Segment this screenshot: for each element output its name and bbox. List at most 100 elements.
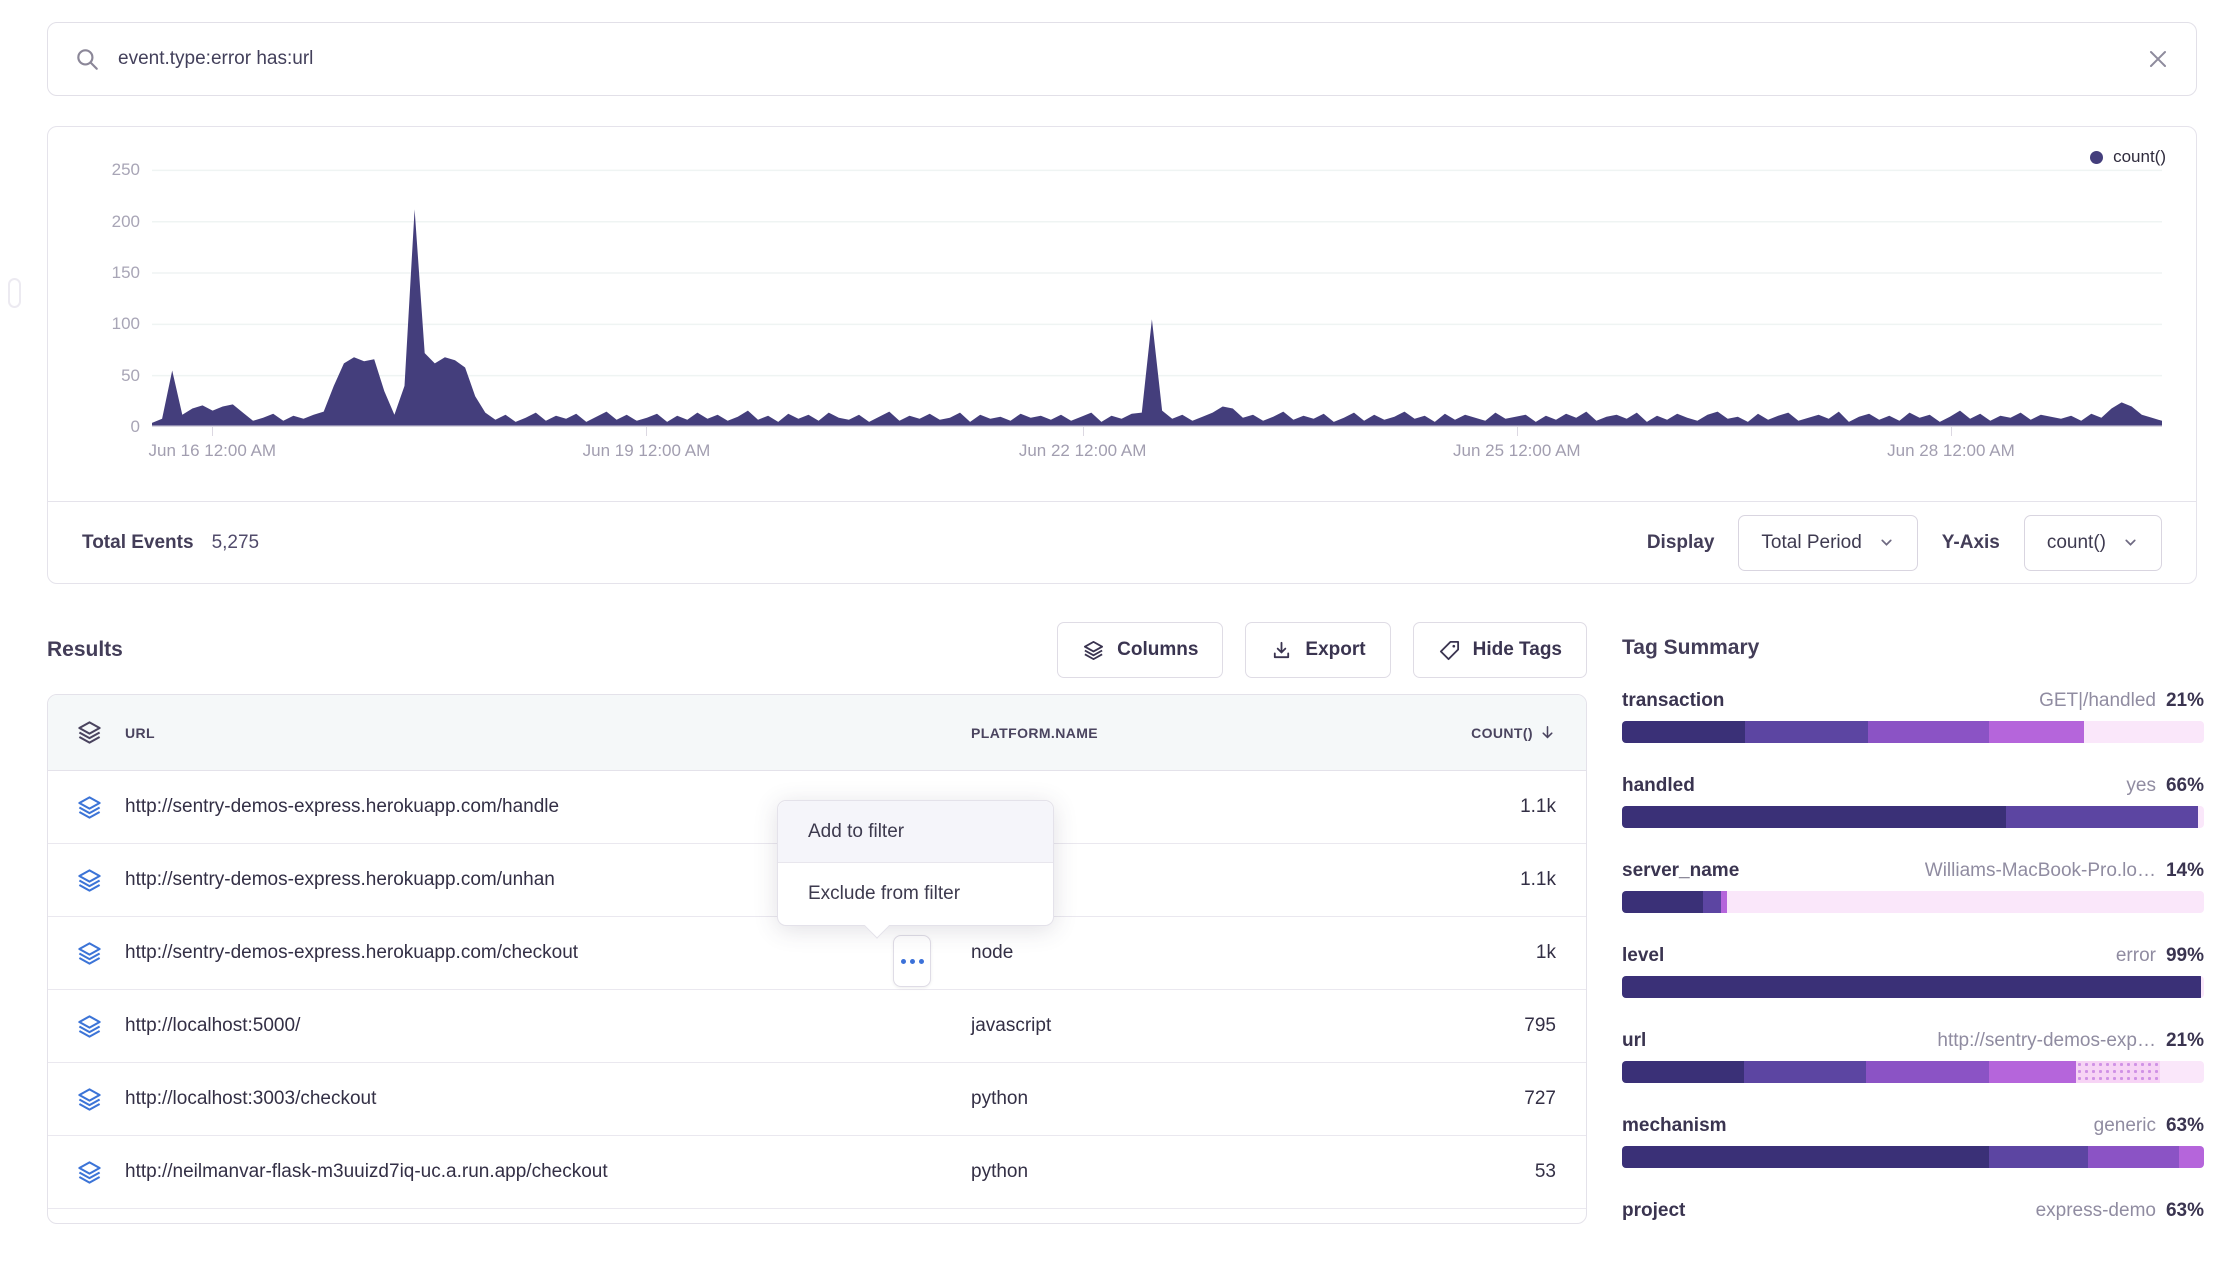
count-cell[interactable]: 1k — [1351, 942, 1586, 964]
row-icon-cell — [48, 1086, 125, 1113]
tag-bar-segment — [1703, 891, 1720, 913]
tag-distribution-bar[interactable] — [1622, 976, 2204, 998]
x-axis-tick-label: Jun 19 12:00 AM — [583, 441, 711, 461]
tag-name: level — [1622, 945, 1664, 967]
columns-button[interactable]: Columns — [1057, 622, 1223, 678]
tag-percent: 99% — [2166, 945, 2204, 967]
count-cell[interactable]: 1.1k — [1351, 796, 1586, 818]
chevron-down-icon — [2122, 534, 2139, 551]
table-row[interactable]: http://localhost:5000/javascript795 — [48, 990, 1586, 1063]
row-icon-cell — [48, 940, 125, 967]
results-toolbar: Columns Export Hide Tags — [1057, 622, 1587, 678]
platform-cell[interactable]: javascript — [971, 1015, 1351, 1037]
discover-page: { "search": { "query": "event.type:error… — [0, 0, 2234, 1224]
tag-distribution-bar[interactable] — [1622, 806, 2204, 828]
tag-summary-title: Tag Summary — [1622, 636, 2204, 660]
tag-bar-segment — [2201, 976, 2204, 998]
tag-name: mechanism — [1622, 1115, 1727, 1137]
results-table: URL PLATFORM.NAME COUNT() http://sentry-… — [47, 694, 1587, 1224]
tag-name: transaction — [1622, 690, 1724, 712]
x-axis-tick-label: Jun 16 12:00 AM — [149, 441, 277, 461]
tag-distribution-bar[interactable] — [1622, 891, 2204, 913]
stack-icon — [76, 867, 103, 894]
platform-cell[interactable]: node — [971, 942, 1351, 964]
hide-tags-button[interactable]: Hide Tags — [1413, 622, 1587, 678]
table-row[interactable]: http://neilmanvar-flask-m3uuizd7iq-uc.a.… — [48, 1136, 1586, 1209]
search-bar[interactable]: event.type:error has:url — [47, 22, 2197, 96]
tag-bar-segment — [1622, 891, 1703, 913]
display-select-value: Total Period — [1761, 532, 1861, 554]
x-axis-tick — [1517, 427, 1518, 436]
tag-top-value[interactable]: yes — [2126, 775, 2156, 797]
tag-bar-segment — [1989, 1061, 2076, 1083]
url-cell[interactable]: http://neilmanvar-flask-m3uuizd7iq-uc.a.… — [125, 1161, 971, 1183]
tag-summary-item-handled: handledyes66% — [1622, 775, 2204, 828]
clear-search-icon[interactable] — [2146, 47, 2170, 71]
tag-distribution-bar[interactable] — [1622, 1146, 2204, 1168]
count-cell[interactable]: 53 — [1351, 1161, 1586, 1183]
events-area-chart[interactable] — [152, 155, 2162, 427]
count-cell[interactable]: 727 — [1351, 1088, 1586, 1110]
x-axis-tick — [1083, 427, 1084, 436]
tag-distribution-bar[interactable] — [1622, 1231, 2204, 1253]
y-axis-tick-label: 0 — [74, 416, 140, 438]
tag-summary-item-server_name: server_nameWilliams-MacBook-Pro.lo…14% — [1622, 860, 2204, 913]
column-header-platform[interactable]: PLATFORM.NAME — [971, 725, 1351, 741]
stack-icon — [76, 1086, 103, 1113]
stack-icon[interactable] — [76, 719, 103, 746]
tag-top-value[interactable]: generic — [2094, 1115, 2156, 1137]
url-cell[interactable]: http://sentry-demos-express.herokuapp.co… — [125, 942, 971, 964]
platform-cell[interactable]: python — [971, 1088, 1351, 1110]
exclude-from-filter-menu-item[interactable]: Exclude from filter — [778, 863, 1053, 925]
row-icon-cell — [48, 1013, 125, 1040]
yaxis-select[interactable]: count() — [2024, 515, 2162, 571]
tag-bar-segment — [2160, 1061, 2204, 1083]
tag-percent: 63% — [2166, 1115, 2204, 1137]
column-header-url[interactable]: URL — [125, 725, 971, 741]
cell-actions-button[interactable] — [893, 935, 931, 987]
tag-top-value[interactable]: express-demo — [2036, 1200, 2156, 1222]
column-header-count[interactable]: COUNT() — [1351, 724, 1586, 741]
tag-percent: 21% — [2166, 1030, 2204, 1052]
url-cell[interactable]: http://localhost:5000/ — [125, 1015, 971, 1037]
button-label: Columns — [1117, 639, 1198, 661]
url-cell[interactable]: http://localhost:3003/checkout — [125, 1088, 971, 1110]
table-header-row: URL PLATFORM.NAME COUNT() — [48, 695, 1586, 771]
tag-top-value[interactable]: error — [2116, 945, 2156, 967]
cell-actions-menu: Add to filterExclude from filter — [777, 800, 1054, 926]
search-query[interactable]: event.type:error has:url — [118, 48, 2146, 70]
count-cell[interactable]: 795 — [1351, 1015, 1586, 1037]
add-to-filter-menu-item[interactable]: Add to filter — [778, 801, 1053, 863]
x-axis-tick — [646, 427, 647, 436]
x-axis-tick-label: Jun 22 12:00 AM — [1019, 441, 1147, 461]
button-label: Export — [1305, 639, 1365, 661]
search-icon — [74, 46, 100, 72]
tag-top-value[interactable]: Williams-MacBook-Pro.lo… — [1925, 860, 2156, 882]
tag-bar-segment — [1866, 1061, 1988, 1083]
export-button[interactable]: Export — [1245, 622, 1390, 678]
tag-distribution-bar[interactable] — [1622, 1061, 2204, 1083]
tag-bar-segment — [1744, 1061, 1866, 1083]
table-row[interactable]: http://sentry-demos-express.herokuapp.co… — [48, 917, 1586, 990]
chevron-down-icon — [1878, 534, 1895, 551]
x-axis-tick-label: Jun 25 12:00 AM — [1453, 441, 1581, 461]
hide-tags-icon — [1438, 639, 1461, 662]
tag-name: server_name — [1622, 860, 1739, 882]
tag-top-value[interactable]: http://sentry-demos-exp… — [1937, 1030, 2156, 1052]
events-chart-panel: count() Total Events 5,275 Display Total… — [47, 126, 2197, 584]
platform-cell[interactable]: python — [971, 1161, 1351, 1183]
tag-bar-segment — [2179, 1146, 2204, 1168]
yaxis-select-value: count() — [2047, 532, 2106, 554]
results-title: Results — [47, 638, 123, 662]
y-axis-tick-label: 200 — [74, 211, 140, 233]
chart-footer: Total Events 5,275 Display Total Period … — [48, 501, 2196, 583]
column-header-icon-cell — [48, 719, 125, 746]
stack-icon — [76, 940, 103, 967]
display-label: Display — [1647, 532, 1715, 554]
table-row[interactable]: http://localhost:3003/checkoutpython727 — [48, 1063, 1586, 1136]
tag-distribution-bar[interactable] — [1622, 721, 2204, 743]
tag-top-value[interactable]: GET|/handled — [2039, 690, 2156, 712]
tag-percent: 21% — [2166, 690, 2204, 712]
count-cell[interactable]: 1.1k — [1351, 869, 1586, 891]
display-select[interactable]: Total Period — [1738, 515, 1917, 571]
